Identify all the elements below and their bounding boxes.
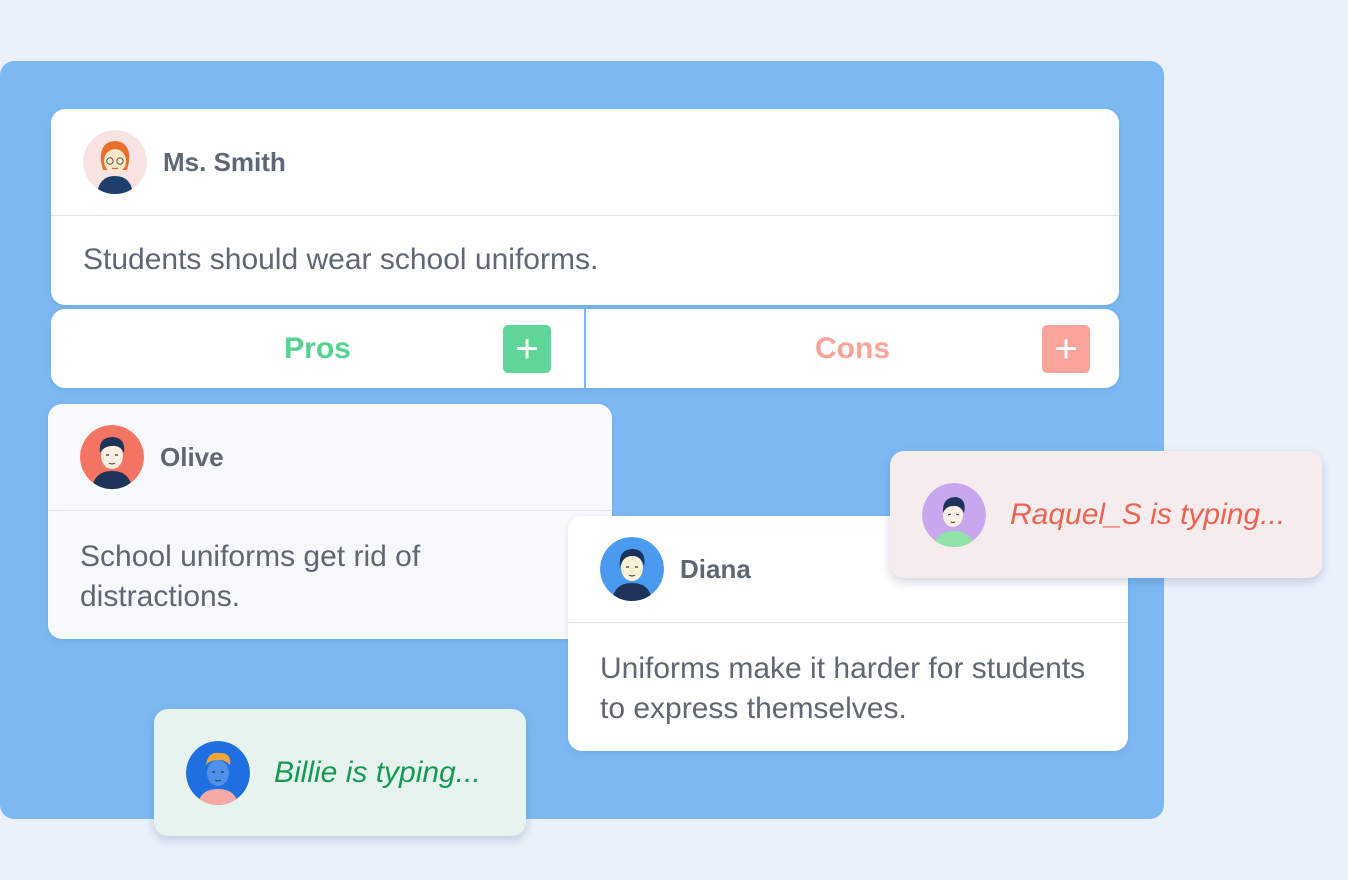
ms-smith-avatar [83,130,147,194]
add-con-button[interactable]: + [1042,325,1090,373]
add-pro-button[interactable]: + [503,325,551,373]
pros-cons-header: Pros + Cons + [51,309,1119,388]
topic-card: Ms. Smith Students should wear school un… [51,109,1119,305]
post-text: Uniforms make it harder for students to … [600,652,1086,725]
plus-icon: + [1054,327,1078,371]
diana-avatar [600,537,664,601]
typing-message: Billie is typing... [274,755,481,789]
post-header: Olive [48,404,612,511]
pros-label: Pros [284,331,351,365]
topic-card-header: Ms. Smith [51,109,1119,216]
typing-indicator-billie: Billie is typing... [154,709,526,836]
typing-message: Raquel_S is typing... [1010,497,1286,531]
plus-icon: + [515,327,539,371]
cons-label: Cons [815,331,890,365]
post-card-olive[interactable]: Olive School uniforms get rid of distrac… [48,404,612,639]
post-text: School uniforms get rid of distractions. [80,540,421,613]
pros-column-header: Pros + [51,309,586,388]
post-author-name: Olive [160,441,224,472]
topic-author-name: Ms. Smith [163,146,286,177]
billie-avatar [186,740,250,805]
cons-column-header: Cons + [586,309,1119,388]
typing-indicator-raquel: Raquel_S is typing... [890,451,1322,578]
raquel-avatar [922,482,986,547]
post-author-name: Diana [680,553,751,584]
topic-statement: Students should wear school uniforms. [83,243,599,276]
olive-avatar [80,425,144,489]
